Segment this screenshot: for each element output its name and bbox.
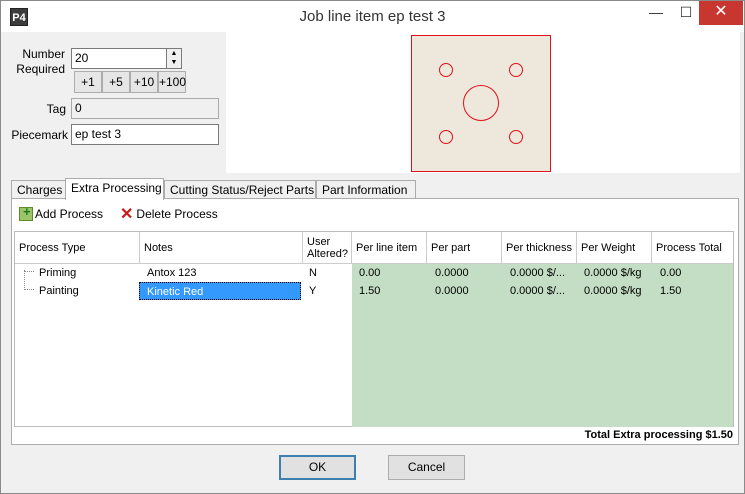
tag-label: Tag	[46, 102, 66, 116]
row2-per-weight[interactable]: 0.0000 $/kg	[584, 282, 642, 300]
dialog-window: P4 Job line item ep test 3 — ☐ ✕ Number …	[0, 0, 745, 494]
add-icon	[19, 203, 33, 221]
row1-notes[interactable]: Antox 123	[147, 264, 197, 282]
add-process-label: Add Process	[35, 207, 104, 221]
tree-connector	[24, 270, 25, 290]
row1-per-weight[interactable]: 0.0000 $/kg	[584, 264, 642, 282]
row2-process-type[interactable]: Painting	[39, 282, 79, 300]
piecemark-label: Piecemark	[11, 128, 68, 142]
row2-total: 1.50	[660, 285, 682, 297]
spin-down-icon[interactable]: ▼	[167, 58, 181, 67]
row1-per-line-item[interactable]: 0.00	[359, 264, 380, 282]
window-title: Job line item ep test 3	[299, 8, 446, 25]
tree-branch	[24, 271, 34, 272]
number-spinner[interactable]: ▲ ▼	[166, 48, 182, 69]
col-user-altered[interactable]: User Altered?	[303, 232, 352, 264]
ok-button[interactable]: OK	[279, 455, 356, 480]
plate-outline	[411, 35, 551, 172]
row2-notes[interactable]: Kinetic Red	[139, 282, 301, 300]
row2-per-line-item[interactable]: 1.50	[359, 282, 380, 300]
tag-field: 0	[71, 98, 219, 119]
maximize-button[interactable]: ☐	[671, 1, 701, 25]
spin-up-icon[interactable]: ▲	[167, 49, 181, 58]
piecemark-input[interactable]: ep test 3	[71, 124, 219, 145]
delete-icon: ✕	[120, 206, 134, 223]
row2-per-part[interactable]: 0.0000	[435, 282, 469, 300]
row1-per-part[interactable]: 0.0000	[435, 264, 469, 282]
row2-per-thickness[interactable]: 0.0000 $/...	[510, 282, 575, 300]
tab-cutting-status[interactable]: Cutting Status/Reject Parts	[164, 180, 316, 199]
number-required-input[interactable]: 20	[71, 48, 167, 69]
minimize-button[interactable]: —	[641, 1, 671, 25]
col-per-weight[interactable]: Per Weight	[577, 232, 652, 264]
extra-processing-panel: Add Process ✕Delete Process Process Type…	[11, 198, 739, 445]
increment-1-button[interactable]: +1	[74, 71, 102, 93]
row1-process-type[interactable]: Priming	[39, 264, 76, 282]
increment-100-button[interactable]: +100	[158, 71, 186, 93]
col-notes[interactable]: Notes	[140, 232, 303, 264]
col-per-part[interactable]: Per part	[427, 232, 502, 264]
col-process-type[interactable]: Process Type	[15, 232, 140, 264]
col-process-total[interactable]: Process Total	[652, 232, 733, 264]
button-bar	[1, 451, 744, 493]
tab-extra-processing[interactable]: Extra Processing	[65, 178, 164, 200]
col-per-line-item[interactable]: Per line item	[352, 232, 427, 264]
tab-charges[interactable]: Charges	[11, 180, 66, 199]
number-required-label: Number Required	[11, 47, 65, 77]
cancel-button[interactable]: Cancel	[388, 455, 465, 480]
process-grid: Process Type Notes User Altered? Per lin…	[14, 231, 734, 427]
number-label-line1: Number	[22, 47, 65, 61]
increment-5-button[interactable]: +5	[102, 71, 130, 93]
col-per-thickness[interactable]: Per thickness	[502, 232, 577, 264]
number-label-line2: Required	[16, 62, 65, 76]
close-button[interactable]: ✕	[699, 1, 743, 25]
part-preview	[226, 32, 740, 173]
delete-process-label: Delete Process	[136, 207, 218, 221]
tree-branch	[24, 289, 34, 290]
row2-altered: Y	[309, 285, 317, 297]
row1-per-thickness[interactable]: 0.0000 $/...	[510, 264, 575, 282]
tab-part-information[interactable]: Part Information	[316, 180, 416, 199]
row1-altered: N	[309, 267, 317, 279]
title-bar[interactable]: P4 Job line item ep test 3 — ☐ ✕	[1, 1, 744, 32]
plate-drawing	[411, 35, 551, 172]
extra-processing-total: Total Extra processing $1.50	[584, 429, 733, 441]
row1-total: 0.00	[660, 267, 682, 279]
add-process-button[interactable]: Add Process	[19, 203, 104, 223]
increment-10-button[interactable]: +10	[130, 71, 158, 93]
delete-process-button[interactable]: ✕ Delete Process	[120, 205, 218, 223]
